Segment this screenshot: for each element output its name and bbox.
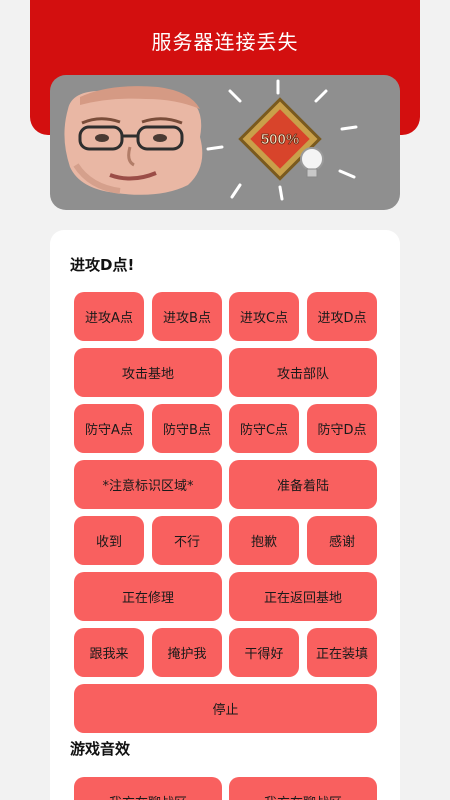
face-photo	[64, 86, 203, 195]
repairing-button[interactable]: 正在修理	[74, 572, 222, 621]
sorry-button[interactable]: 抱歉	[229, 516, 299, 565]
returning-base-button[interactable]: 正在返回基地	[229, 572, 377, 621]
cover-me-button[interactable]: 掩护我	[152, 628, 222, 677]
banner-illustration: 500%	[64, 79, 358, 201]
well-done-button[interactable]: 干得好	[229, 628, 299, 677]
attack-troops-button[interactable]: 攻击部队	[229, 348, 377, 397]
attack-base-button[interactable]: 攻击基地	[74, 348, 222, 397]
sound-button-2[interactable]: 我方在聊战区	[229, 777, 377, 800]
reloading-button[interactable]: 正在装填	[307, 628, 377, 677]
prepare-landing-button[interactable]: 准备着陆	[229, 460, 377, 509]
mark-area-button[interactable]: *注意标识区域*	[74, 460, 222, 509]
banner-image[interactable]: 500%	[50, 75, 400, 210]
stop-button[interactable]: 停止	[74, 684, 377, 733]
negative-button[interactable]: 不行	[152, 516, 222, 565]
thanks-button[interactable]: 感谢	[307, 516, 377, 565]
attack-c-button[interactable]: 进攻C点	[229, 292, 299, 341]
badge-text: 500%	[261, 131, 299, 148]
attack-d-button[interactable]: 进攻D点	[307, 292, 377, 341]
defend-d-button[interactable]: 防守D点	[307, 404, 377, 453]
roger-button[interactable]: 收到	[74, 516, 144, 565]
content-card: 进攻D点! 进攻A点 进攻B点 进攻C点 进攻D点 攻击基地 攻击部队 防守A点…	[50, 230, 400, 800]
attack-b-button[interactable]: 进攻B点	[152, 292, 222, 341]
follow-me-button[interactable]: 跟我来	[74, 628, 144, 677]
page-title: 服务器连接丢失	[151, 30, 299, 54]
attack-a-button[interactable]: 进攻A点	[74, 292, 144, 341]
section-title-sounds: 游戏音效	[70, 740, 131, 758]
defend-a-button[interactable]: 防守A点	[74, 404, 144, 453]
bonus-badge-icon: 500%	[238, 97, 324, 181]
section-title-attack: 进攻D点!	[70, 256, 135, 274]
sound-button-1[interactable]: 我方在聊战区	[74, 777, 222, 800]
defend-c-button[interactable]: 防守C点	[229, 404, 299, 453]
defend-b-button[interactable]: 防守B点	[152, 404, 222, 453]
